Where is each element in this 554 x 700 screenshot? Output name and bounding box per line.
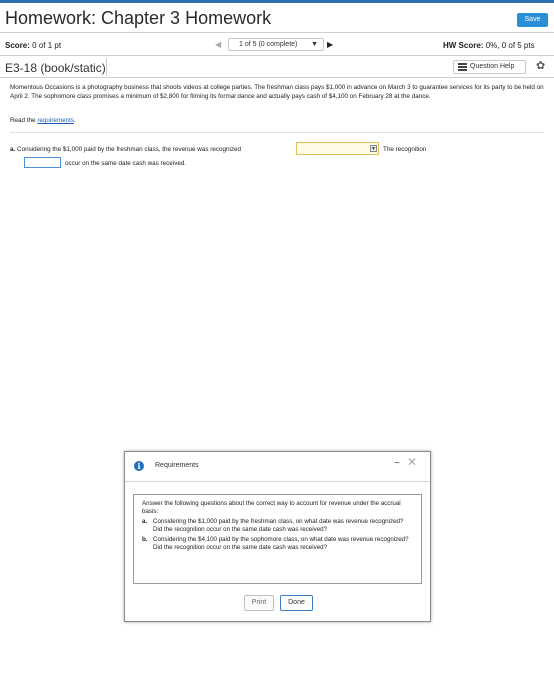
part-a-occur-text: occur on the same date cash was received… xyxy=(65,160,187,167)
question-id: E3-18 (book/static) xyxy=(5,61,106,75)
gear-icon[interactable]: ✿ xyxy=(536,59,545,72)
question-position: 1 of 5 (0 complete) xyxy=(239,41,298,48)
divider xyxy=(106,58,107,76)
prev-arrow-icon[interactable]: ◀ xyxy=(215,40,221,49)
requirement-letter: b. xyxy=(142,536,148,543)
requirement-item: a. Considering the $1,000 paid by the fr… xyxy=(142,518,413,534)
question-help-label: Question Help xyxy=(470,63,515,70)
divider xyxy=(125,481,430,482)
hw-score-label: HW Score: xyxy=(443,41,484,50)
requirements-box: Answer the following questions about the… xyxy=(133,494,422,584)
print-button[interactable]: Print xyxy=(244,595,274,611)
read-suffix: . xyxy=(74,117,76,124)
read-requirements: Read the requirements. xyxy=(10,117,76,124)
dropdown-caret-icon: ▼ xyxy=(311,41,318,48)
part-a-text: Considering the $1,000 paid by the fresh… xyxy=(17,146,242,153)
requirement-text: Considering the $4,100 paid by the sopho… xyxy=(153,536,409,551)
part-a-prompt: a. Considering the $1,000 paid by the fr… xyxy=(10,146,241,153)
hw-score-value: 0%, 0 of 5 pts xyxy=(485,41,535,50)
divider xyxy=(0,55,554,56)
requirement-item: b. Considering the $4,100 paid by the so… xyxy=(142,536,413,552)
score-label: Score: xyxy=(5,41,30,50)
page-title: Homework: Chapter 3 Homework xyxy=(5,8,272,28)
part-a-recognition-text: The recognition xyxy=(383,146,427,153)
requirement-letter: a. xyxy=(142,518,148,525)
question-help-button[interactable]: Question Help xyxy=(453,60,526,74)
score-display: Score: 0 of 1 pt xyxy=(5,41,61,50)
read-prefix: Read the xyxy=(10,117,36,124)
part-a-letter: a. xyxy=(10,146,16,153)
recognition-answer-input[interactable] xyxy=(24,157,61,168)
revenue-date-dropdown[interactable]: ▼ xyxy=(296,142,379,155)
requirements-link[interactable]: requirements xyxy=(37,117,74,124)
hw-score-display: HW Score: 0%, 0 of 5 pts xyxy=(443,41,535,50)
top-accent-bar xyxy=(0,0,554,3)
divider xyxy=(10,132,544,133)
done-button[interactable]: Done xyxy=(280,595,313,611)
divider xyxy=(0,32,554,33)
save-button[interactable]: Save xyxy=(517,13,548,27)
requirement-text: Considering the $1,000 paid by the fresh… xyxy=(153,518,404,533)
divider xyxy=(0,77,554,78)
score-value: 0 of 1 pt xyxy=(32,41,62,50)
minimize-icon[interactable]: − xyxy=(394,458,400,469)
requirements-intro: Answer the following questions about the… xyxy=(142,500,401,515)
list-icon xyxy=(458,63,467,71)
dropdown-caret-icon: ▼ xyxy=(370,145,377,152)
next-arrow-icon[interactable]: ▶ xyxy=(327,40,333,49)
requirements-dialog: i Requirements − ✕ Answer the following … xyxy=(124,451,431,622)
info-icon: i xyxy=(134,461,144,471)
dialog-title: Requirements xyxy=(155,462,199,469)
question-position-select[interactable]: 1 of 5 (0 complete) ▼ xyxy=(228,38,324,51)
problem-statement: Momentous Occasions is a photography bus… xyxy=(10,84,544,100)
close-icon[interactable]: ✕ xyxy=(407,455,417,469)
